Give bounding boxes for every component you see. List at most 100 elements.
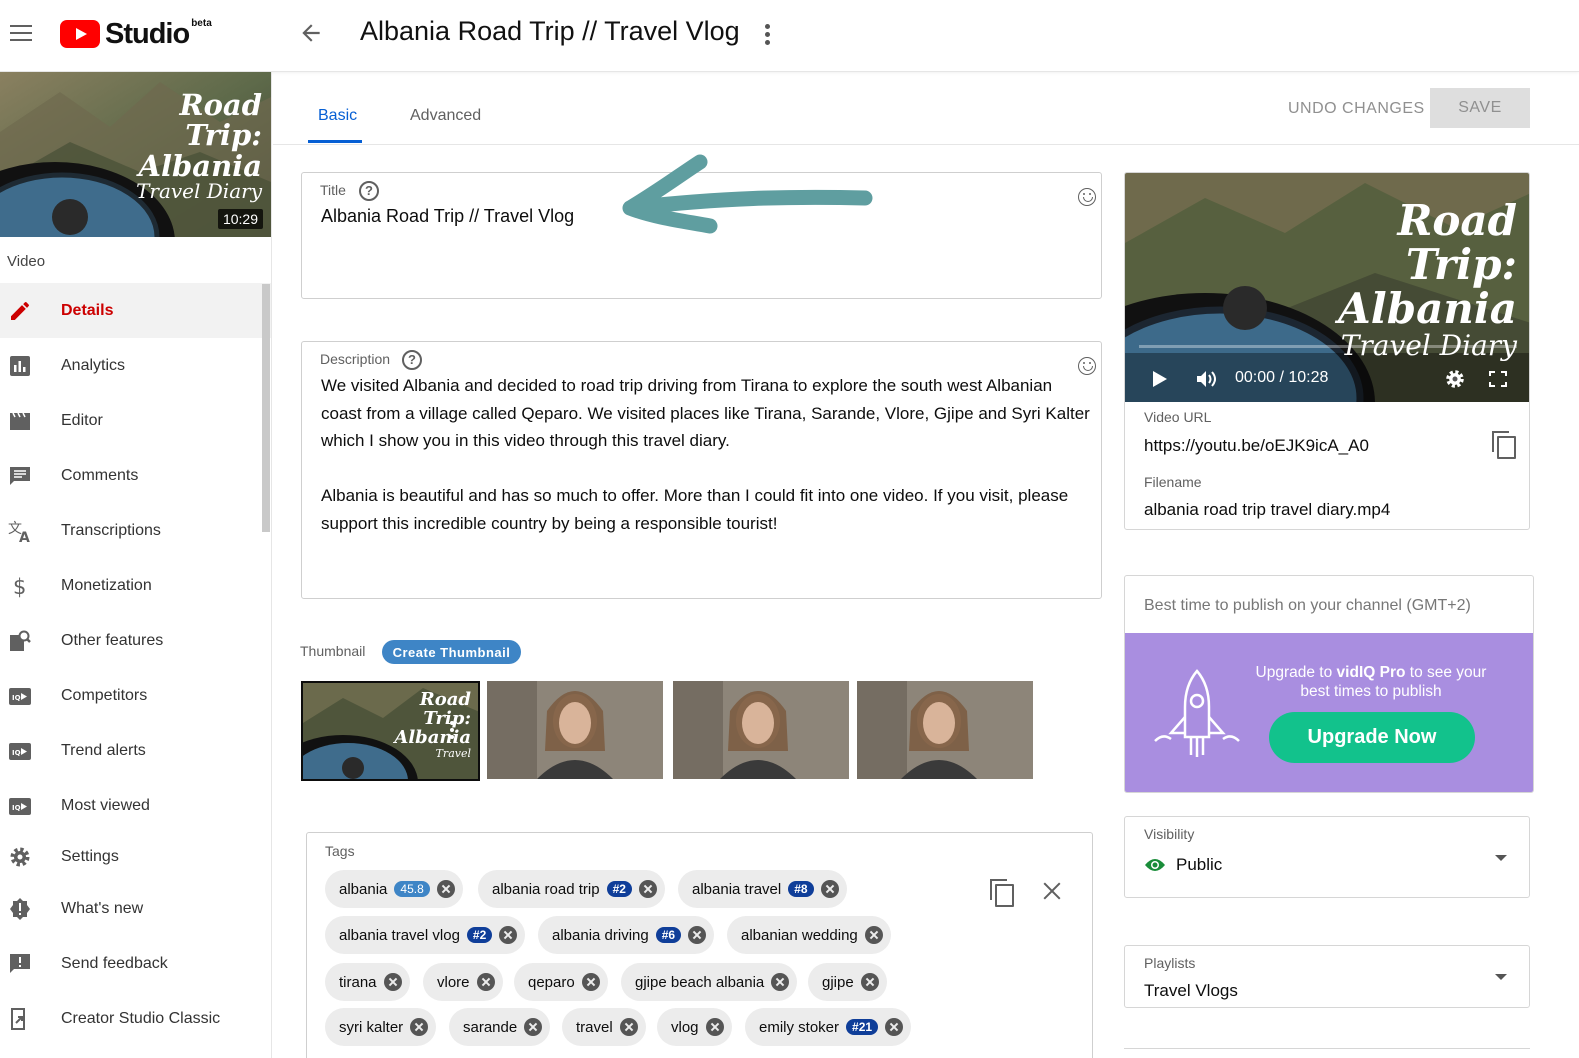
tab-advanced[interactable]: Advanced — [410, 107, 481, 125]
remove-tag-icon[interactable] — [410, 1018, 429, 1036]
tag-chip[interactable]: albania driving #6 — [538, 916, 715, 954]
tag-chip[interactable]: albania travel vlog #2 — [325, 916, 526, 954]
tag-text: gjipe beach albania — [635, 973, 765, 991]
play-icon[interactable] — [1153, 371, 1167, 387]
back-arrow-icon[interactable] — [298, 20, 324, 46]
sidebar-item-most-viewed[interactable]: IQ Most viewed — [0, 778, 271, 833]
clapperboard-icon — [10, 412, 30, 430]
save-button[interactable]: SAVE — [1430, 88, 1530, 128]
tag-chip[interactable]: gjipe beach albania — [621, 963, 798, 1001]
tag-chip[interactable]: emily stoker #21 — [745, 1008, 912, 1046]
tag-rank-badge: #21 — [846, 1019, 879, 1035]
remove-tag-icon[interactable] — [771, 973, 790, 991]
tag-text: sarande — [463, 1018, 518, 1036]
sidebar-scrollbar[interactable] — [262, 284, 270, 532]
logo-text: Studio — [105, 17, 190, 50]
rocket-icon — [1154, 669, 1240, 757]
emoji-icon[interactable] — [1078, 188, 1096, 206]
sidebar-item-trend-alerts[interactable]: IQ Trend alerts — [0, 723, 271, 778]
copy-tags-icon[interactable] — [990, 879, 1014, 907]
video-url-link[interactable]: https://youtu.be/oEJK9icA_A0 — [1144, 436, 1369, 456]
remove-tag-icon[interactable] — [864, 926, 883, 944]
tag-text: syri kalter — [339, 1018, 404, 1036]
remove-tag-icon[interactable] — [436, 880, 455, 898]
help-icon[interactable]: ? — [402, 350, 422, 370]
tag-chip[interactable]: albania travel #8 — [678, 870, 847, 908]
video-url-label: Video URL — [1144, 409, 1212, 425]
sidebar-item-creator-studio-classic[interactable]: Creator Studio Classic — [0, 991, 271, 1046]
tag-chip[interactable]: sarande — [449, 1008, 551, 1046]
remove-tag-icon[interactable] — [524, 1018, 543, 1036]
sidebar-item-send-feedback[interactable]: Send feedback — [0, 936, 271, 991]
remove-tag-icon[interactable] — [638, 880, 657, 898]
sidebar-item-editor[interactable]: Editor — [0, 393, 271, 448]
sidebar-item-comments[interactable]: Comments — [0, 448, 271, 503]
tag-text: albania travel vlog — [339, 926, 460, 944]
tag-text: gjipe — [822, 973, 854, 991]
sidebar-item-settings[interactable]: Settings — [0, 833, 271, 881]
remove-tag-icon[interactable] — [581, 973, 600, 991]
best-time-header: Best time to publish on your channel (GM… — [1144, 597, 1471, 614]
remove-tag-icon[interactable] — [499, 926, 518, 944]
tag-chip[interactable]: albania road trip #2 — [478, 870, 665, 908]
top-bar: Studio beta Albania Road Trip // Travel … — [0, 0, 1579, 72]
tag-text: albania travel — [692, 880, 782, 898]
remove-tag-icon[interactable] — [383, 973, 402, 991]
tag-chip[interactable]: qeparo — [514, 963, 608, 1001]
thumbnail-option[interactable] — [857, 681, 1033, 779]
playlists-select[interactable]: Playlists Travel Vlogs — [1124, 945, 1530, 1008]
undo-changes-button[interactable]: UNDO CHANGES — [1288, 100, 1425, 118]
sidebar-item-whats-new[interactable]: What's new — [0, 881, 271, 936]
video-player[interactable]: Road Trip: Albania Travel Diary 00:00 / … — [1125, 173, 1529, 402]
description-field[interactable]: Description ? We visited Albania and dec… — [301, 341, 1102, 599]
sidebar-thumb-text-1: Road Trip: — [179, 88, 262, 153]
tab-basic[interactable]: Basic — [318, 107, 357, 125]
description-input[interactable]: We visited Albania and decided to road t… — [321, 372, 1091, 565]
sidebar-item-label: Trend alerts — [61, 741, 146, 759]
clear-tags-icon[interactable] — [1042, 881, 1062, 901]
tag-chip[interactable]: gjipe — [808, 963, 887, 1001]
thumbnail-option-selected[interactable]: Road Trip: Albania Travel — [301, 681, 480, 781]
sidebar-video-thumbnail[interactable]: Road Trip: Albania Travel Diary 10:29 — [0, 72, 271, 237]
remove-tag-icon[interactable] — [705, 1018, 724, 1036]
sidebar-item-analytics[interactable]: Analytics — [0, 338, 271, 393]
remove-tag-icon[interactable] — [619, 1018, 638, 1036]
help-icon[interactable]: ? — [359, 181, 379, 201]
more-options-icon[interactable] — [763, 24, 771, 46]
remove-tag-icon[interactable] — [476, 973, 495, 991]
video-duration: 10:29 — [217, 209, 263, 229]
remove-tag-icon[interactable] — [860, 973, 879, 991]
sidebar-item-competitors[interactable]: IQ Competitors — [0, 668, 271, 723]
sidebar-item-details[interactable]: Details — [0, 283, 271, 338]
sidebar-item-label: Comments — [61, 466, 139, 484]
thumbnail-option[interactable] — [487, 681, 663, 779]
upgrade-now-button[interactable]: Upgrade Now — [1269, 712, 1475, 763]
remove-tag-icon[interactable] — [885, 1018, 904, 1036]
thumbnail-more-icon[interactable] — [450, 721, 456, 742]
remove-tag-icon[interactable] — [688, 926, 707, 944]
create-thumbnail-button[interactable]: Create Thumbnail — [382, 640, 521, 664]
studio-logo[interactable]: Studio beta — [60, 18, 212, 50]
sidebar-item-transcriptions[interactable]: 文A Transcriptions — [0, 503, 271, 558]
settings-gear-icon[interactable] — [1445, 369, 1465, 389]
tag-chip[interactable]: tirana — [325, 963, 410, 1001]
tag-chip[interactable]: vlore — [423, 963, 503, 1001]
visibility-select[interactable]: Visibility Public — [1124, 816, 1530, 898]
playlists-value: Travel Vlogs — [1144, 981, 1238, 1000]
remove-tag-icon[interactable] — [820, 880, 839, 898]
sidebar-item-monetization[interactable]: $ Monetization — [0, 558, 271, 613]
tag-chip[interactable]: travel — [562, 1008, 646, 1046]
volume-icon[interactable] — [1195, 369, 1219, 389]
copy-url-icon[interactable] — [1492, 431, 1516, 459]
tag-chip[interactable]: albanian wedding — [727, 916, 891, 954]
tag-chip[interactable]: albania 45.8 — [325, 870, 463, 908]
tag-chip[interactable]: vlog — [657, 1008, 732, 1046]
hamburger-menu-icon[interactable] — [10, 25, 32, 43]
fullscreen-icon[interactable] — [1489, 371, 1507, 387]
tag-chip[interactable]: syri kalter — [325, 1008, 437, 1046]
translate-icon: 文A — [8, 521, 30, 543]
video-progress-bar[interactable] — [1139, 345, 1517, 348]
thumbnail-option[interactable] — [673, 681, 849, 779]
sidebar-item-other-features[interactable]: Other features — [0, 613, 271, 668]
title-input[interactable]: Albania Road Trip // Travel Vlog — [321, 206, 574, 227]
